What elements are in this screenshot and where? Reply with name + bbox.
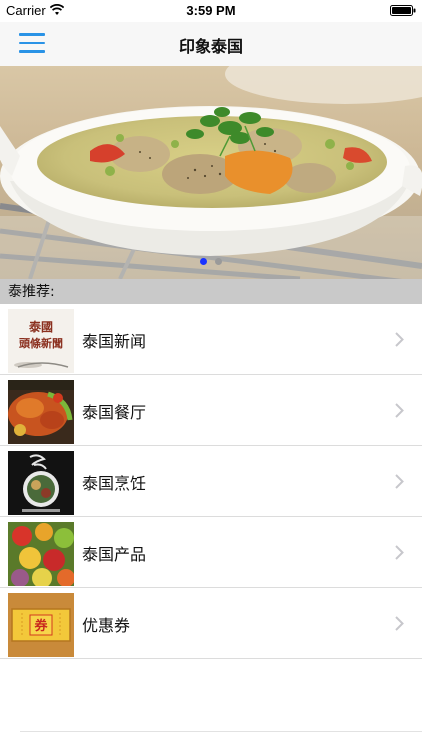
thumb-text-line1: 泰國 (28, 319, 53, 334)
list-item-coupon[interactable]: 券 优惠券 (0, 588, 422, 659)
chevron-right-icon (395, 616, 404, 631)
hamburger-menu-icon (19, 33, 45, 36)
status-time: 3:59 PM (186, 3, 236, 18)
list-item-thai-news[interactable]: 泰國 頭條新聞 泰国新闻 (0, 304, 422, 375)
hamburger-line (19, 41, 45, 44)
thai-news-thumbnail: 泰國 頭條新聞 (8, 309, 74, 373)
banner-carousel[interactable] (0, 66, 422, 279)
page-dot[interactable] (215, 258, 222, 265)
nav-bar: 印象泰国 (0, 22, 422, 66)
chevron-right-icon (395, 332, 404, 347)
chevron-right-icon (395, 474, 404, 489)
thumb-text-line2: 頭條新聞 (19, 336, 63, 350)
list-item-label: 优惠券 (82, 616, 131, 635)
thai-products-thumbnail (8, 522, 74, 586)
section-header: 泰推荐: (0, 279, 422, 304)
recommend-list: 泰國 頭條新聞 泰国新闻 泰国餐厅 泰国烹饪 泰国产品 券 优惠券 (0, 304, 422, 659)
thai-restaurant-thumbnail (8, 380, 74, 444)
coupon-thumb-text: 券 (33, 618, 48, 634)
chevron-right-icon (395, 403, 404, 418)
list-item-thai-cooking[interactable]: 泰国烹饪 (0, 446, 422, 517)
divider (20, 731, 422, 732)
chevron-right-icon (395, 545, 404, 560)
coupon-thumbnail: 券 (8, 593, 74, 657)
list-item-label: 泰国烹饪 (82, 474, 147, 493)
menu-button[interactable] (19, 31, 47, 57)
page-title: 印象泰国 (178, 37, 243, 56)
list-item-thai-restaurant[interactable]: 泰国餐厅 (0, 375, 422, 446)
status-bar: Carrier 3:59 PM (0, 0, 422, 22)
hamburger-line (19, 50, 45, 53)
banner-image (0, 66, 422, 279)
list-item-thai-products[interactable]: 泰国产品 (0, 517, 422, 588)
page-indicator[interactable] (0, 258, 422, 265)
list-item-label: 泰国餐厅 (82, 403, 147, 422)
thai-cooking-thumbnail (8, 451, 74, 515)
list-item-label: 泰国新闻 (82, 332, 147, 351)
battery-full-icon (390, 5, 416, 16)
page-dot-active[interactable] (200, 258, 207, 265)
list-item-label: 泰国产品 (82, 545, 147, 564)
